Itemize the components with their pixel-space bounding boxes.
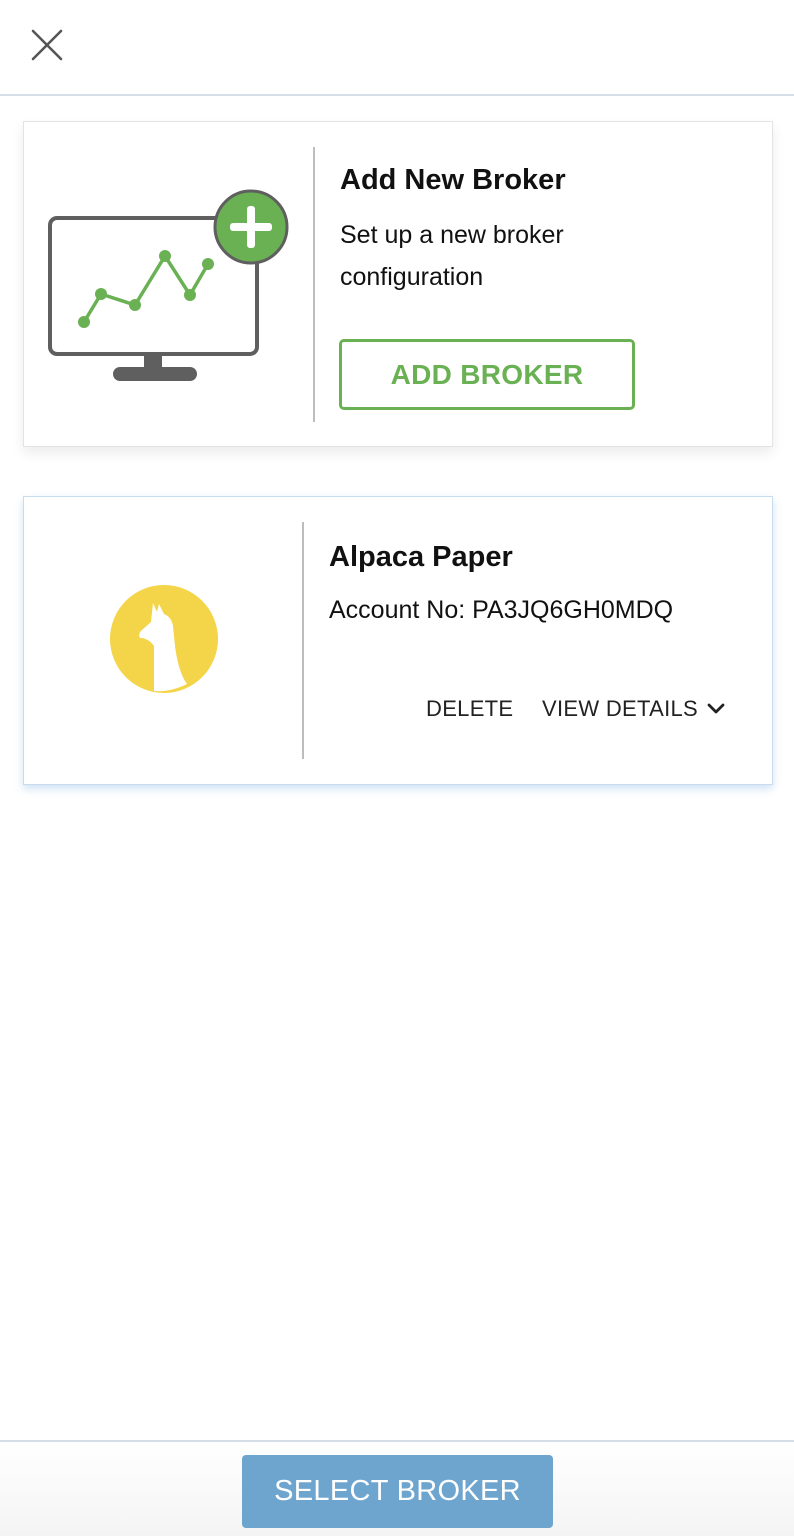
chevron-down-icon (707, 703, 725, 714)
modal-header (0, 0, 794, 96)
modal-footer: SELECT BROKER (0, 1440, 794, 1536)
select-broker-button[interactable]: SELECT BROKER (242, 1455, 553, 1528)
card-divider (313, 147, 315, 422)
add-broker-description: Set up a new broker configuration (340, 221, 564, 291)
add-broker-button[interactable]: ADD BROKER (339, 339, 635, 410)
add-broker-card: Add New Broker Set up a new broker confi… (23, 121, 773, 447)
account-number: Account No: PA3JQ6GH0MDQ (329, 596, 674, 624)
delete-button[interactable]: DELETE (426, 696, 513, 722)
card-divider (302, 522, 304, 759)
view-details-button[interactable]: VIEW DETAILS (542, 696, 725, 722)
close-button[interactable] (22, 20, 72, 70)
close-icon (31, 29, 63, 61)
broker-card[interactable]: Alpaca Paper Account No: PA3JQ6GH0MDQ DE… (23, 496, 773, 785)
broker-name: Alpaca Paper (329, 541, 513, 573)
view-details-label: VIEW DETAILS (542, 696, 698, 721)
monitor-chart-plus-icon (48, 189, 289, 381)
alpaca-logo-icon (110, 585, 218, 693)
add-broker-title: Add New Broker (340, 164, 566, 196)
